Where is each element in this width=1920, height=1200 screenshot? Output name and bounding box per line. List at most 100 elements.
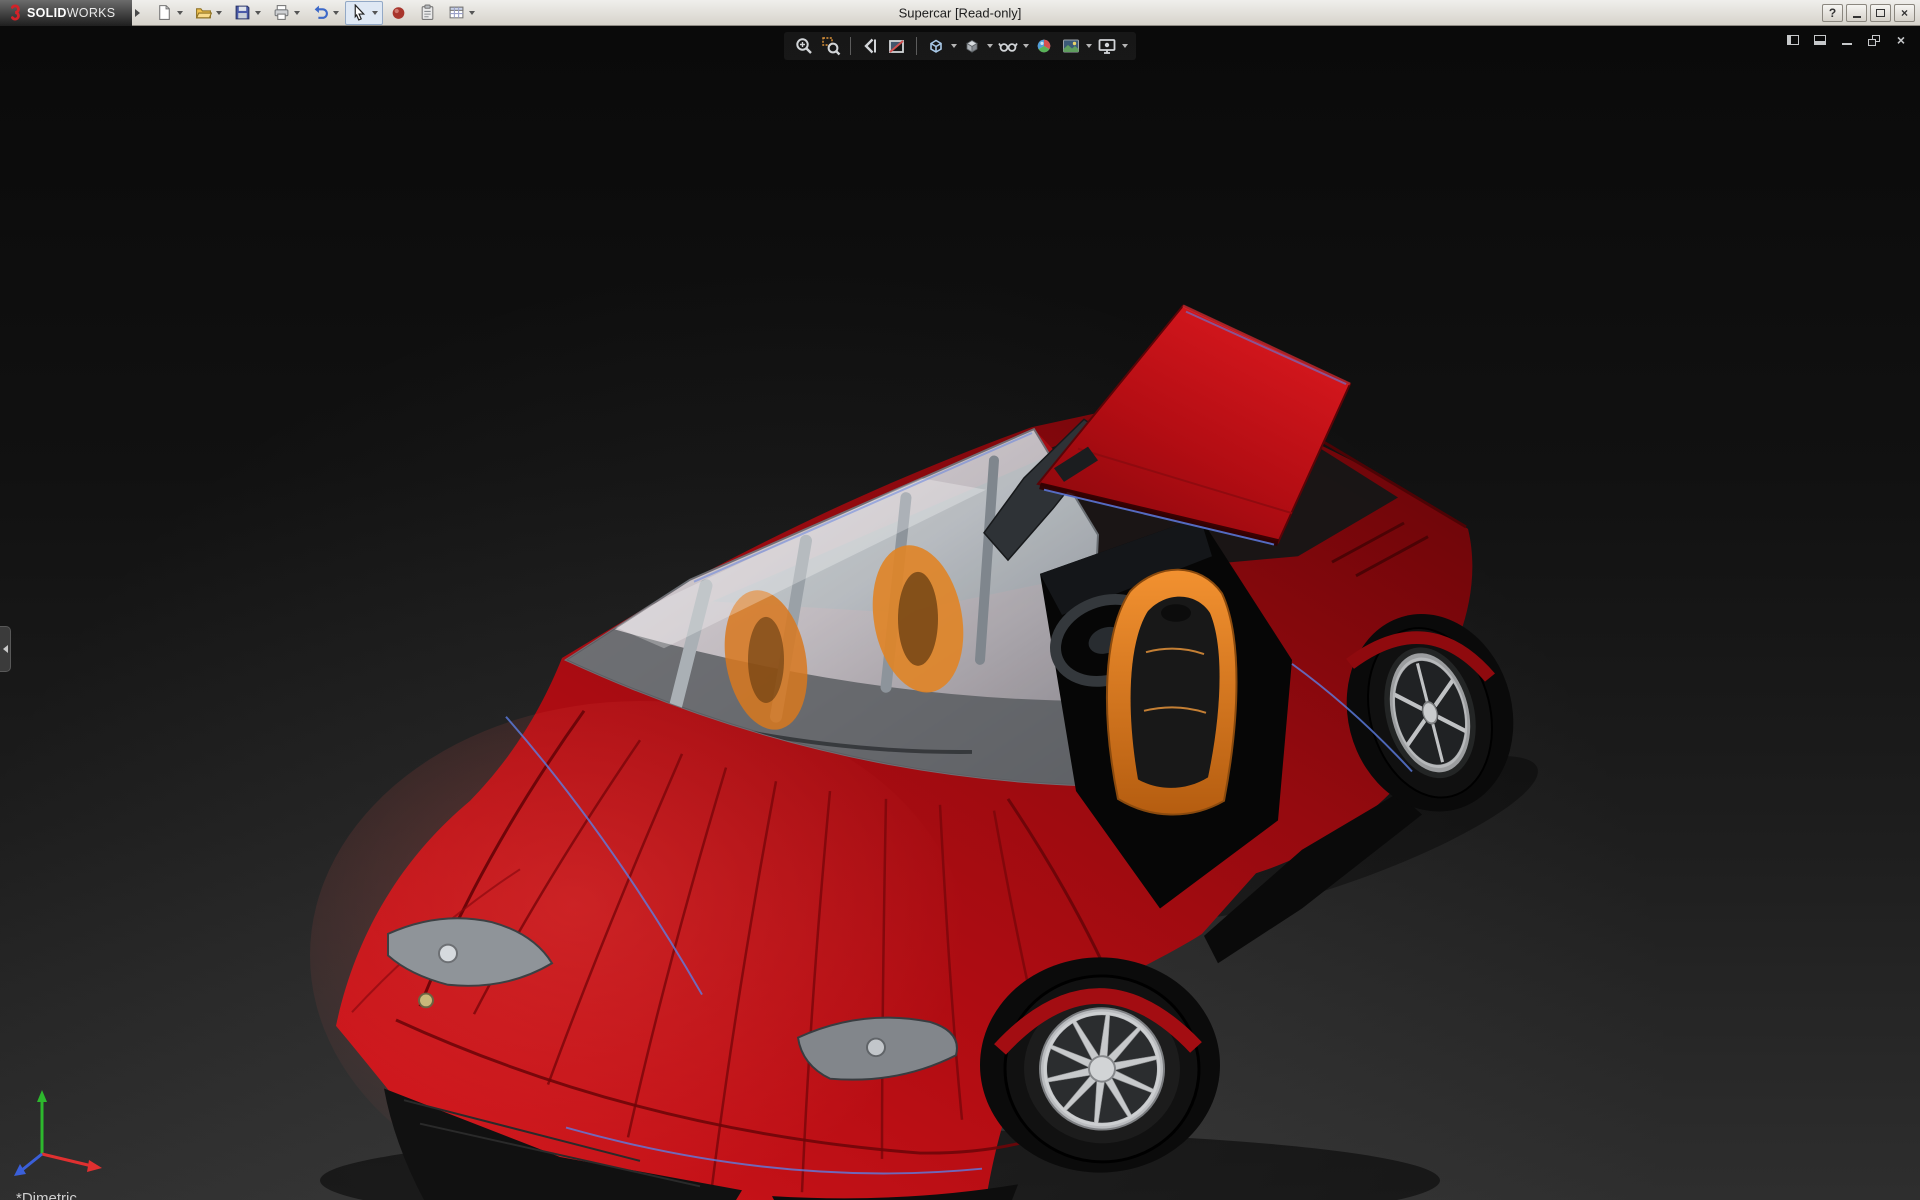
doc-minimize-button[interactable] bbox=[1838, 32, 1856, 48]
select-group bbox=[345, 0, 383, 25]
save-dropdown-caret[interactable] bbox=[255, 10, 261, 15]
view-settings-icon bbox=[1098, 39, 1116, 54]
select-cursor-icon bbox=[354, 4, 365, 21]
previous-view-icon bbox=[864, 38, 876, 54]
new-document-button[interactable] bbox=[153, 3, 175, 23]
pane-left-icon bbox=[1787, 35, 1799, 45]
help-icon: ? bbox=[1828, 5, 1837, 20]
open-group bbox=[189, 1, 227, 25]
save-floppy-icon bbox=[235, 5, 249, 20]
view-settings-caret[interactable] bbox=[1122, 44, 1128, 48]
undo-button[interactable] bbox=[309, 3, 331, 23]
save-group bbox=[228, 1, 266, 25]
select-dropdown-caret[interactable] bbox=[372, 10, 378, 15]
sheet-properties-group bbox=[413, 1, 441, 25]
edit-appearance-ball-icon bbox=[1037, 39, 1051, 53]
main-toolbar bbox=[150, 0, 480, 25]
close-button[interactable]: × bbox=[1894, 3, 1915, 22]
graphics-viewport[interactable]: × *Dimetric bbox=[0, 26, 1920, 1200]
menu-expand-icon[interactable] bbox=[132, 0, 142, 26]
collapse-arrow-icon bbox=[2, 645, 8, 653]
previous-view-button[interactable] bbox=[857, 34, 883, 58]
document-window-controls: × bbox=[1784, 32, 1910, 48]
sheet-properties-button[interactable] bbox=[416, 3, 438, 23]
view-settings-button[interactable] bbox=[1094, 34, 1120, 58]
help-button[interactable]: ? bbox=[1822, 3, 1843, 22]
hide-show-items-button[interactable] bbox=[995, 34, 1021, 58]
print-dropdown-caret[interactable] bbox=[294, 10, 300, 15]
doc-close-button[interactable]: × bbox=[1892, 32, 1910, 48]
zoom-to-area-button[interactable] bbox=[818, 34, 844, 58]
open-button[interactable] bbox=[192, 3, 214, 23]
appearance-button[interactable] bbox=[387, 3, 409, 23]
display-style-caret[interactable] bbox=[987, 44, 993, 48]
view-orientation-label: *Dimetric bbox=[16, 1190, 77, 1200]
pane-bottom-icon bbox=[1814, 35, 1826, 45]
apply-scene-icon bbox=[1063, 39, 1079, 53]
doc-close-icon: × bbox=[1896, 32, 1906, 48]
doc-pane-bottom-button[interactable] bbox=[1811, 32, 1829, 48]
doc-minimize-icon bbox=[1842, 36, 1852, 45]
window-controls: ? × bbox=[1822, 3, 1920, 22]
doc-restore-button[interactable] bbox=[1865, 32, 1883, 48]
new-document-dropdown-caret[interactable] bbox=[177, 10, 183, 15]
solidworks-window: SOLIDWORKS Supercar [Read-only] ? × × *D… bbox=[0, 0, 1920, 1200]
triad-y-axis bbox=[37, 1090, 47, 1102]
feature-tree-collapse-tab[interactable] bbox=[0, 626, 11, 672]
hide-show-items-caret[interactable] bbox=[1023, 44, 1029, 48]
view-orientation-caret[interactable] bbox=[951, 44, 957, 48]
close-icon: × bbox=[1900, 5, 1908, 20]
options-group bbox=[442, 1, 480, 25]
display-style-button[interactable] bbox=[959, 34, 985, 58]
front-wheel bbox=[980, 957, 1220, 1173]
new-document-icon bbox=[158, 5, 170, 20]
print-icon bbox=[274, 5, 288, 20]
zoom-to-fit-button[interactable] bbox=[791, 34, 817, 58]
doc-pane-left-button[interactable] bbox=[1784, 32, 1802, 48]
undo-arrow-icon bbox=[314, 5, 328, 19]
undo-group bbox=[306, 1, 344, 25]
print-group bbox=[267, 1, 305, 25]
options-button[interactable] bbox=[445, 3, 467, 23]
left-fog-light bbox=[418, 992, 434, 1009]
maximize-icon bbox=[1876, 8, 1885, 17]
options-dropdown-caret[interactable] bbox=[469, 10, 475, 15]
maximize-button[interactable] bbox=[1870, 3, 1891, 22]
view-orientation-button[interactable] bbox=[923, 34, 949, 58]
triad-x-axis bbox=[87, 1160, 102, 1172]
undo-dropdown-caret[interactable] bbox=[333, 10, 339, 15]
zoom-to-area-icon bbox=[822, 37, 841, 56]
section-view-button[interactable] bbox=[884, 34, 910, 58]
apply-scene-button[interactable] bbox=[1058, 34, 1084, 58]
driver-seat bbox=[1105, 568, 1238, 816]
orientation-triad bbox=[14, 1090, 102, 1176]
heads-up-toolbar bbox=[784, 32, 1136, 60]
save-button[interactable] bbox=[231, 3, 253, 23]
select-button[interactable] bbox=[348, 3, 370, 23]
minimize-icon bbox=[1852, 15, 1861, 18]
section-view-icon bbox=[889, 40, 904, 53]
doc-restore-icon bbox=[1868, 34, 1880, 46]
open-dropdown-caret[interactable] bbox=[216, 10, 222, 15]
print-button[interactable] bbox=[270, 3, 292, 23]
hud-divider bbox=[916, 37, 917, 55]
titlebar: SOLIDWORKS Supercar [Read-only] ? × bbox=[0, 0, 1920, 26]
view-orientation-cube-icon bbox=[930, 39, 942, 53]
solidworks-3ds-mark-icon bbox=[10, 4, 20, 21]
appearance-ball-icon bbox=[392, 7, 404, 19]
brand-text: SOLIDWORKS bbox=[27, 5, 116, 20]
display-style-icon bbox=[966, 40, 978, 53]
zoom-to-fit-icon bbox=[796, 38, 812, 54]
hud-divider bbox=[850, 37, 851, 55]
solidworks-logo[interactable]: SOLIDWORKS bbox=[0, 0, 132, 26]
apply-scene-caret[interactable] bbox=[1086, 44, 1092, 48]
table-grid-icon bbox=[449, 6, 463, 19]
appearance-group bbox=[384, 1, 412, 25]
window-title: Supercar [Read-only] bbox=[898, 5, 1022, 20]
clipboard-icon bbox=[421, 4, 433, 20]
edit-appearance-button[interactable] bbox=[1031, 34, 1057, 58]
open-folder-icon bbox=[195, 8, 212, 19]
minimize-button[interactable] bbox=[1846, 3, 1867, 22]
supercar-model bbox=[310, 304, 1538, 1200]
hide-show-glasses-icon bbox=[998, 43, 1018, 52]
